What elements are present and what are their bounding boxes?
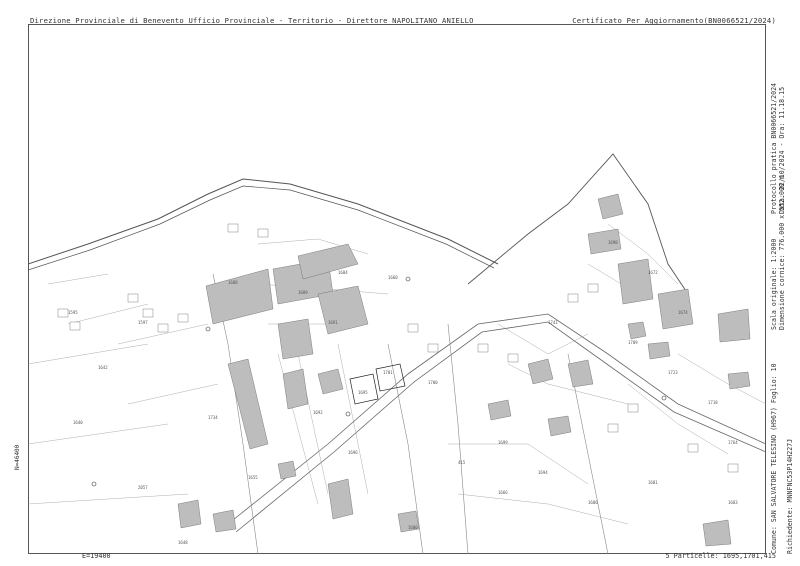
protocol-text: Protocollo pratica BN0066521/2024 bbox=[770, 82, 778, 214]
svg-text:1723: 1723 bbox=[668, 370, 678, 375]
svg-text:1655: 1655 bbox=[248, 475, 258, 480]
svg-text:1741: 1741 bbox=[548, 320, 558, 325]
cadastral-map[interactable]: 1595 1597 1642 1640 2057 1734 1688 1689 1691… bbox=[28, 24, 766, 554]
road-northwest bbox=[28, 178, 499, 265]
main-road-edge bbox=[235, 321, 766, 533]
east-coordinate: E=19400 bbox=[82, 552, 111, 560]
svg-text:1680: 1680 bbox=[408, 525, 418, 530]
svg-text:1695: 1695 bbox=[358, 390, 368, 395]
svg-text:1666: 1666 bbox=[498, 490, 508, 495]
svg-text:1684: 1684 bbox=[338, 270, 348, 275]
svg-text:1642: 1642 bbox=[98, 365, 108, 370]
svg-text:1686: 1686 bbox=[588, 500, 598, 505]
north-coordinate: N=46400 bbox=[14, 444, 21, 470]
svg-text:1701: 1701 bbox=[383, 370, 393, 375]
svg-text:1718: 1718 bbox=[708, 400, 718, 405]
svg-text:1674: 1674 bbox=[678, 310, 688, 315]
svg-text:1694: 1694 bbox=[538, 470, 548, 475]
road-northwest-inner bbox=[28, 185, 495, 271]
parcel-lines bbox=[28, 223, 766, 525]
road-vertical-c bbox=[447, 323, 469, 554]
svg-text:415: 415 bbox=[458, 460, 466, 465]
svg-text:1681: 1681 bbox=[648, 480, 658, 485]
richiedente-text: Richiedente: MNNFNC53P14H227J bbox=[786, 438, 794, 554]
svg-text:1692: 1692 bbox=[313, 410, 323, 415]
svg-text:1690: 1690 bbox=[608, 240, 618, 245]
footer-parcels-text: 5 Particelle: 1695,1701,415 bbox=[665, 552, 777, 560]
svg-text:1709: 1709 bbox=[628, 340, 638, 345]
svg-text:1595: 1595 bbox=[68, 310, 78, 315]
svg-text:1699: 1699 bbox=[498, 440, 508, 445]
svg-text:1764: 1764 bbox=[728, 440, 738, 445]
svg-text:1691: 1691 bbox=[328, 320, 338, 325]
scale-text: Scala originale: 1:2000 bbox=[770, 238, 778, 330]
svg-text:1683: 1683 bbox=[728, 500, 738, 505]
svg-text:2057: 2057 bbox=[138, 485, 148, 490]
comune-text: Comune: SAN SALVATORE TELESINO (H967) Fo… bbox=[770, 363, 778, 554]
svg-text:1696: 1696 bbox=[348, 450, 358, 455]
frame-dimension-text: Dimensione cornice: 776.000 x 552.000 m bbox=[778, 175, 786, 330]
svg-text:1597: 1597 bbox=[138, 320, 148, 325]
svg-text:1648: 1648 bbox=[178, 540, 188, 545]
svg-text:1689: 1689 bbox=[298, 290, 308, 295]
svg-text:1688: 1688 bbox=[228, 280, 238, 285]
svg-text:1640: 1640 bbox=[73, 420, 83, 425]
svg-text:1672: 1672 bbox=[648, 270, 658, 275]
svg-text:1734: 1734 bbox=[208, 415, 218, 420]
svg-text:1660: 1660 bbox=[388, 275, 398, 280]
svg-text:1700: 1700 bbox=[428, 380, 438, 385]
